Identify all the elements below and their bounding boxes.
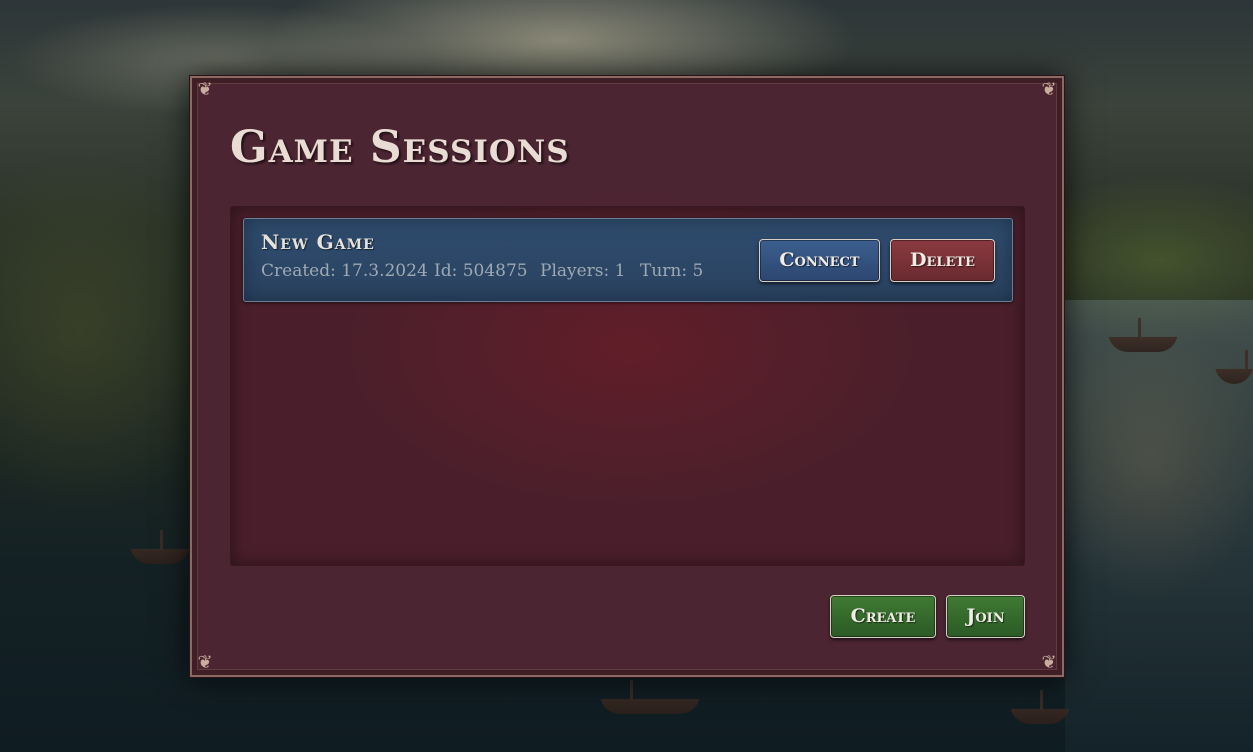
ornament-corner-icon: ❦ <box>197 79 213 100</box>
delete-button[interactable]: Delete <box>890 239 995 282</box>
ship-bottom-right <box>1010 690 1070 724</box>
ship-left <box>130 530 190 564</box>
ornament-corner-icon: ❦ <box>1041 652 1057 673</box>
session-players: Players: 1 <box>540 261 626 281</box>
session-list[interactable]: New Game Created: 17.3.2024 Id: 504875 P… <box>230 206 1025 566</box>
dialog-title: Game Sessions <box>230 122 570 173</box>
session-id: Id: 504875 <box>434 261 528 281</box>
create-button[interactable]: Create <box>830 595 936 638</box>
ship-right-upper <box>1108 318 1178 352</box>
join-button[interactable]: Join <box>946 595 1025 638</box>
session-created: Created: 17.3.2024 <box>261 261 428 281</box>
connect-button[interactable]: Connect <box>759 239 880 282</box>
session-turn: Turn: 5 <box>640 261 704 281</box>
session-name: New Game <box>261 230 375 254</box>
session-row[interactable]: New Game Created: 17.3.2024 Id: 504875 P… <box>243 218 1013 302</box>
game-sessions-dialog: ❦ ❦ ❦ ❦ Game Sessions New Game Created: … <box>190 76 1064 677</box>
ship-bottom-center <box>600 680 700 714</box>
ornament-corner-icon: ❦ <box>1041 79 1057 100</box>
ornament-corner-icon: ❦ <box>197 652 213 673</box>
